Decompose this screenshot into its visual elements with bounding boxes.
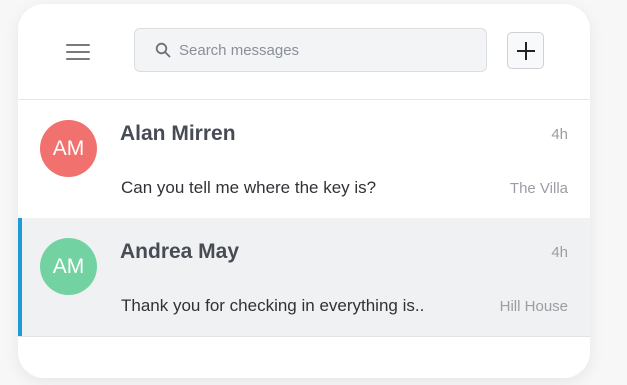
avatar: AM — [40, 238, 97, 295]
property-name: The Villa — [509, 180, 568, 197]
contact-name: Andrea May — [120, 240, 240, 263]
message-time: 4h — [551, 244, 568, 261]
avatar: AM — [40, 120, 97, 177]
conversation-row[interactable]: AM Alan Mirren 4h Can you tell me where … — [18, 100, 590, 219]
messages-panel: AM Alan Mirren 4h Can you tell me where … — [18, 4, 590, 378]
property-name: Hill House — [499, 298, 568, 315]
search-input[interactable] — [179, 29, 469, 71]
messages-header — [18, 4, 590, 101]
message-time: 4h — [551, 126, 568, 143]
message-preview: Can you tell me where the key is? — [121, 178, 377, 197]
search-box[interactable] — [134, 28, 487, 72]
search-icon — [155, 42, 171, 58]
add-conversation-button[interactable] — [507, 32, 544, 69]
message-preview: Thank you for checking in everything is.… — [121, 296, 425, 315]
hamburger-menu-icon[interactable] — [62, 40, 94, 66]
conversation-row-selected[interactable]: AM Andrea May 4h Thank you for checking … — [18, 218, 590, 337]
contact-name: Alan Mirren — [120, 122, 236, 145]
